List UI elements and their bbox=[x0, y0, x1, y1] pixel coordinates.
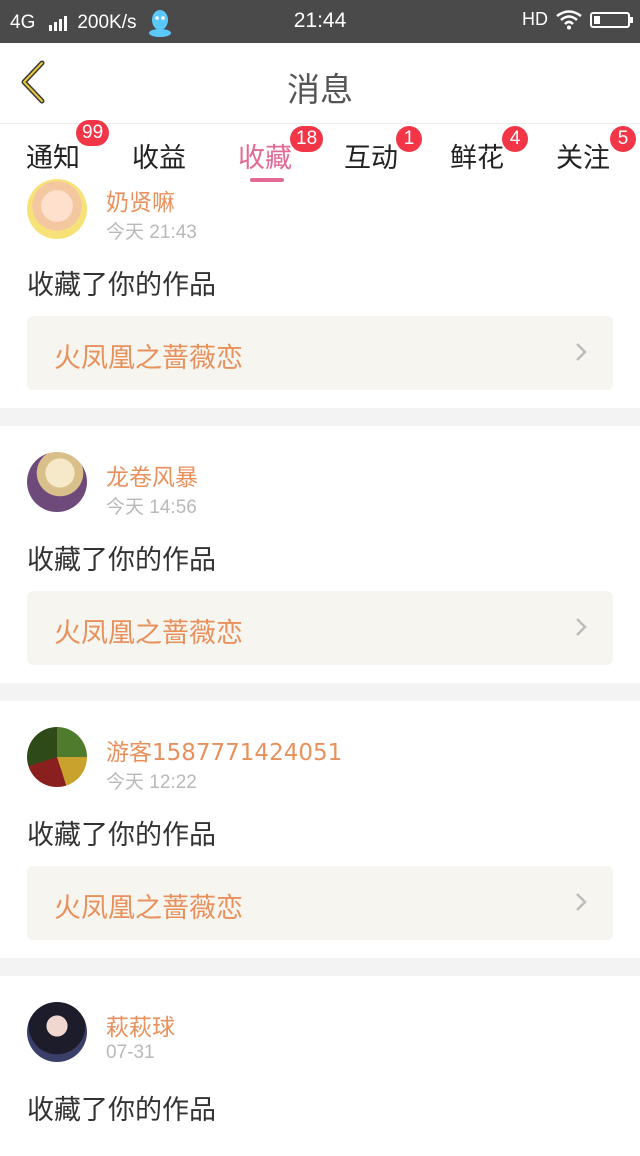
work-link[interactable]: 火凤凰之蔷薇恋 bbox=[27, 316, 613, 390]
timestamp: 今天 12:22 bbox=[106, 772, 197, 793]
list-item: 奶贤嘛 今天 21:43 收藏了你的作品 火凤凰之蔷薇恋 bbox=[0, 179, 640, 408]
tab-label: 鲜花 bbox=[450, 143, 504, 174]
chevron-right-icon bbox=[576, 893, 587, 911]
chevron-right-icon bbox=[576, 343, 587, 361]
list-item: 萩萩球 07-31 收藏了你的作品 bbox=[0, 976, 640, 1156]
tab-label: 收益 bbox=[132, 143, 186, 174]
user-name[interactable]: 游客1587771424051 bbox=[106, 733, 342, 767]
work-title: 火凤凰之蔷薇恋 bbox=[54, 893, 243, 924]
count-badge: 18 bbox=[290, 126, 324, 152]
work-title: 火凤凰之蔷薇恋 bbox=[54, 618, 243, 649]
avatar[interactable] bbox=[27, 1002, 87, 1062]
count-badge: 4 bbox=[502, 126, 528, 152]
count-badge: 99 bbox=[76, 120, 110, 146]
avatar[interactable] bbox=[27, 452, 87, 512]
action-text: 收藏了你的作品 bbox=[27, 545, 216, 576]
action-text: 收藏了你的作品 bbox=[27, 270, 216, 301]
status-right: HD bbox=[522, 9, 633, 30]
active-tab-indicator bbox=[250, 178, 284, 182]
divider bbox=[0, 408, 640, 426]
tab-bar: 通知 99 收益 收藏 18 互动 1 鲜花 4 关注 5 bbox=[0, 120, 640, 184]
list-item: 龙卷风暴 今天 14:56 收藏了你的作品 火凤凰之蔷薇恋 bbox=[0, 426, 640, 683]
list-item: 游客1587771424051 今天 12:22 收藏了你的作品 火凤凰之蔷薇恋 bbox=[0, 701, 640, 958]
status-bar: 4G 200K/s 21:44 HD bbox=[0, 0, 640, 43]
timestamp: 今天 21:43 bbox=[106, 222, 197, 243]
tab-interactions[interactable]: 互动 1 bbox=[344, 126, 422, 175]
tab-label: 互动 bbox=[344, 143, 398, 174]
action-text: 收藏了你的作品 bbox=[27, 1095, 216, 1126]
navigation-bar: 消息 bbox=[0, 43, 640, 123]
avatar[interactable] bbox=[27, 179, 87, 239]
count-badge: 5 bbox=[610, 126, 636, 152]
tab-earnings[interactable]: 收益 bbox=[132, 136, 186, 175]
count-badge: 1 bbox=[396, 126, 422, 152]
battery-icon bbox=[590, 11, 633, 28]
divider bbox=[0, 683, 640, 701]
timestamp: 今天 14:56 bbox=[106, 497, 197, 518]
user-name[interactable]: 奶贤嘛 bbox=[106, 183, 175, 217]
chevron-right-icon bbox=[576, 618, 587, 636]
user-name[interactable]: 萩萩球 bbox=[106, 1008, 175, 1042]
user-name[interactable]: 龙卷风暴 bbox=[106, 458, 198, 492]
page-title: 消息 bbox=[287, 70, 353, 109]
message-list: 奶贤嘛 今天 21:43 收藏了你的作品 火凤凰之蔷薇恋 龙卷风暴 今天 14:… bbox=[0, 179, 640, 1156]
hd-indicator: HD bbox=[522, 9, 548, 29]
timestamp: 07-31 bbox=[106, 1042, 155, 1063]
tab-follows[interactable]: 关注 5 bbox=[556, 126, 636, 175]
divider bbox=[0, 958, 640, 976]
tab-label: 收藏 bbox=[238, 143, 292, 174]
work-link[interactable]: 火凤凰之蔷薇恋 bbox=[27, 866, 613, 940]
tab-favorites[interactable]: 收藏 18 bbox=[238, 126, 324, 182]
tab-label: 通知 bbox=[26, 143, 80, 174]
tab-flowers[interactable]: 鲜花 4 bbox=[450, 126, 528, 175]
work-title: 火凤凰之蔷薇恋 bbox=[54, 343, 243, 374]
tab-label: 关注 bbox=[556, 143, 610, 174]
action-text: 收藏了你的作品 bbox=[27, 820, 216, 851]
work-link[interactable]: 火凤凰之蔷薇恋 bbox=[27, 591, 613, 665]
avatar[interactable] bbox=[27, 727, 87, 787]
tab-notifications[interactable]: 通知 99 bbox=[26, 120, 110, 175]
wifi-icon bbox=[556, 9, 582, 29]
